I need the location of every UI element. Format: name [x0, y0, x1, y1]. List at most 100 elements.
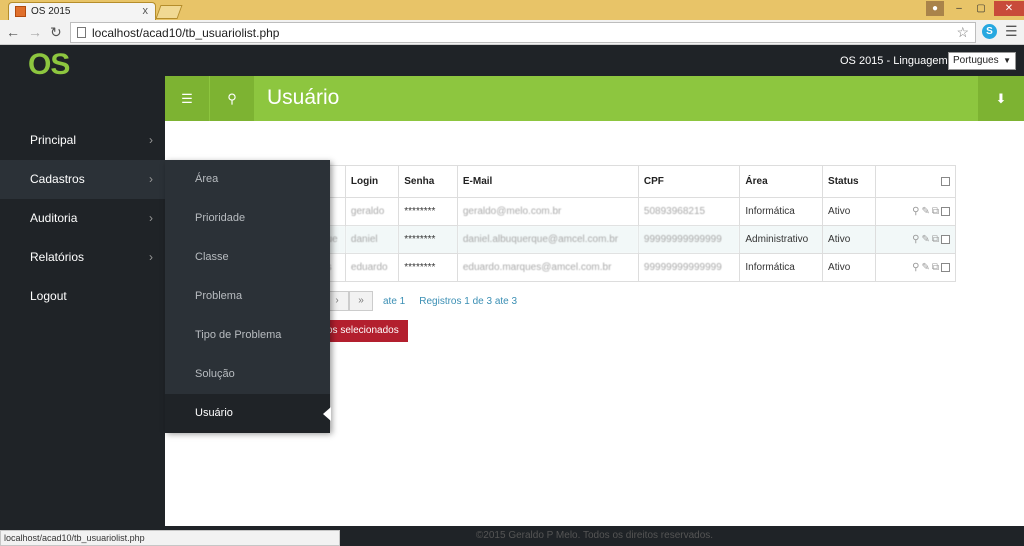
app-top-title: OS 2015 - Linguagem [840, 55, 948, 67]
table-row: querque daniel ******** daniel.albuquerq… [295, 225, 956, 254]
language-value: Portugues [953, 55, 999, 66]
cell-status: Ativo [822, 253, 877, 282]
col-header-email[interactable]: E-Mail [456, 165, 639, 198]
skype-extension-icon[interactable]: S [982, 24, 997, 39]
select-all-checkbox[interactable] [941, 176, 950, 186]
table-header-row: Login Senha E-Mail CPF Área Status [295, 165, 956, 198]
browser-tab[interactable]: OS 2015 x [8, 2, 156, 20]
download-button[interactable]: ⬇ [978, 76, 1024, 121]
col-header-status[interactable]: Status [822, 165, 877, 198]
browser-toolbar: ← → ↻ localhost/acad10/tb_usuariolist.ph… [0, 20, 1024, 45]
search-button[interactable]: ⚲ [210, 76, 254, 121]
submenu-item-classe[interactable]: Classe [165, 238, 330, 277]
favicon-icon [15, 6, 26, 17]
bookmark-star-icon[interactable]: ☆ [956, 24, 969, 41]
sidebar-item-label: Auditoria [30, 211, 78, 225]
back-icon[interactable]: ← [6, 24, 20, 40]
close-window-button[interactable]: ✕ [994, 1, 1024, 16]
sidebar-item-label: Principal [30, 133, 77, 147]
user-table: Login Senha E-Mail CPF Área Status Melo … [295, 165, 956, 282]
page-of-text: ate 1 [383, 295, 406, 307]
col-header-senha[interactable]: Senha [398, 165, 458, 198]
last-page-button[interactable]: » [349, 291, 373, 311]
cell-cpf: 99999999999999 [637, 253, 741, 282]
browser-tabstrip: OS 2015 x ● – ▢ ✕ [0, 0, 1024, 20]
maximize-button[interactable]: ▢ [972, 1, 990, 16]
sidebar-item-principal[interactable]: Principal › [0, 121, 165, 160]
edit-icon[interactable]: ✎ [921, 206, 931, 217]
submenu-item-problema[interactable]: Problema [165, 277, 330, 316]
copy-icon[interactable]: ⧉ [932, 206, 941, 217]
table-row: arques eduardo ******** eduardo.marques@… [295, 253, 956, 282]
submenu-item-prioridade[interactable]: Prioridade [165, 199, 330, 238]
submenu-item-area[interactable]: Área [165, 160, 330, 199]
browser-menu-icon[interactable]: ☰ [1005, 23, 1018, 40]
new-tab-button[interactable] [155, 5, 183, 19]
active-caret-icon [323, 407, 331, 421]
status-bar-url: localhost/acad10/tb_usuariolist.php [0, 530, 340, 546]
tab-close-icon[interactable]: x [143, 5, 149, 17]
reload-icon[interactable]: ↻ [50, 24, 62, 41]
cell-actions: ⚲✎⧉ [875, 225, 956, 254]
menu-toggle-button[interactable]: ☰ [165, 76, 209, 121]
cell-senha: ******** [398, 253, 458, 282]
sidebar-item-cadastros[interactable]: Cadastros › [0, 160, 165, 199]
copy-icon[interactable]: ⧉ [932, 234, 941, 245]
cell-email: eduardo.marques@amcel.com.br [456, 253, 639, 282]
cell-area: Informática [739, 253, 824, 282]
page-title: Usuário [267, 86, 340, 109]
delete-selected-button[interactable]: os selecionados [325, 320, 408, 342]
cell-status: Ativo [822, 197, 877, 226]
sidebar: Principal › Cadastros › Auditoria › Rela… [0, 76, 165, 546]
language-select[interactable]: Portugues ▼ [948, 52, 1016, 70]
cell-status: Ativo [822, 225, 877, 254]
sidebar-item-auditoria[interactable]: Auditoria › [0, 199, 165, 238]
edit-icon[interactable]: ✎ [921, 234, 931, 245]
submenu-item-usuario[interactable]: Usuário [165, 394, 331, 433]
cell-login: geraldo [344, 197, 400, 226]
app-root: OS OS 2015 - Linguagem Portugues ▼ Princ… [0, 46, 1024, 546]
cell-actions: ⚲✎⧉ [875, 253, 956, 282]
row-checkbox[interactable] [941, 262, 950, 272]
cell-cpf: 99999999999999 [637, 225, 741, 254]
cell-area: Informática [739, 197, 824, 226]
cell-login: eduardo [344, 253, 400, 282]
minimize-button[interactable]: – [950, 1, 968, 16]
cell-senha: ******** [398, 225, 458, 254]
col-header-area[interactable]: Área [739, 165, 824, 198]
chevron-right-icon: › [149, 172, 153, 186]
sidebar-item-label: Relatórios [30, 250, 85, 264]
copy-icon[interactable]: ⧉ [932, 262, 941, 273]
submenu-item-label: Usuário [195, 407, 233, 419]
pagination: › » ate 1 Registros 1 de 3 ate 3 [325, 291, 517, 311]
sidebar-item-label: Logout [30, 289, 67, 303]
sidebar-item-relatorios[interactable]: Relatórios › [0, 238, 165, 277]
cell-email: daniel.albuquerque@amcel.com.br [456, 225, 639, 254]
chevron-right-icon: › [149, 133, 153, 147]
submenu-item-solucao[interactable]: Solução [165, 355, 330, 394]
cadastros-submenu: Área Prioridade Classe Problema Tipo de … [165, 160, 331, 433]
submenu-item-tipo-de-problema[interactable]: Tipo de Problema [165, 316, 330, 355]
sidebar-item-label: Cadastros [30, 172, 85, 186]
records-text: Registros 1 de 3 ate 3 [419, 295, 518, 307]
col-header-cpf[interactable]: CPF [637, 165, 741, 198]
col-header-login[interactable]: Login [344, 165, 400, 198]
cell-senha: ******** [398, 197, 458, 226]
chevron-down-icon: ▼ [1003, 56, 1011, 65]
chevron-right-icon: › [149, 211, 153, 225]
table-row: Melo geraldo ******** geraldo@melo.com.b… [295, 197, 956, 226]
cell-actions: ⚲✎⧉ [875, 197, 956, 226]
sidebar-item-logout[interactable]: Logout [0, 277, 165, 316]
forward-icon[interactable]: → [28, 24, 42, 40]
edit-icon[interactable]: ✎ [921, 262, 931, 273]
col-header-select [875, 165, 956, 198]
row-checkbox[interactable] [941, 234, 950, 244]
page-header-bar: ☰ ⚲ Usuário ⬇ [165, 76, 1024, 121]
user-profile-icon[interactable]: ● [926, 1, 944, 16]
page-icon [77, 27, 86, 38]
row-checkbox[interactable] [941, 206, 950, 216]
address-bar[interactable]: localhost/acad10/tb_usuariolist.php ☆ [70, 22, 976, 43]
chevron-right-icon: › [149, 250, 153, 264]
cell-area: Administrativo [739, 225, 824, 254]
url-text: localhost/acad10/tb_usuariolist.php [92, 25, 280, 40]
